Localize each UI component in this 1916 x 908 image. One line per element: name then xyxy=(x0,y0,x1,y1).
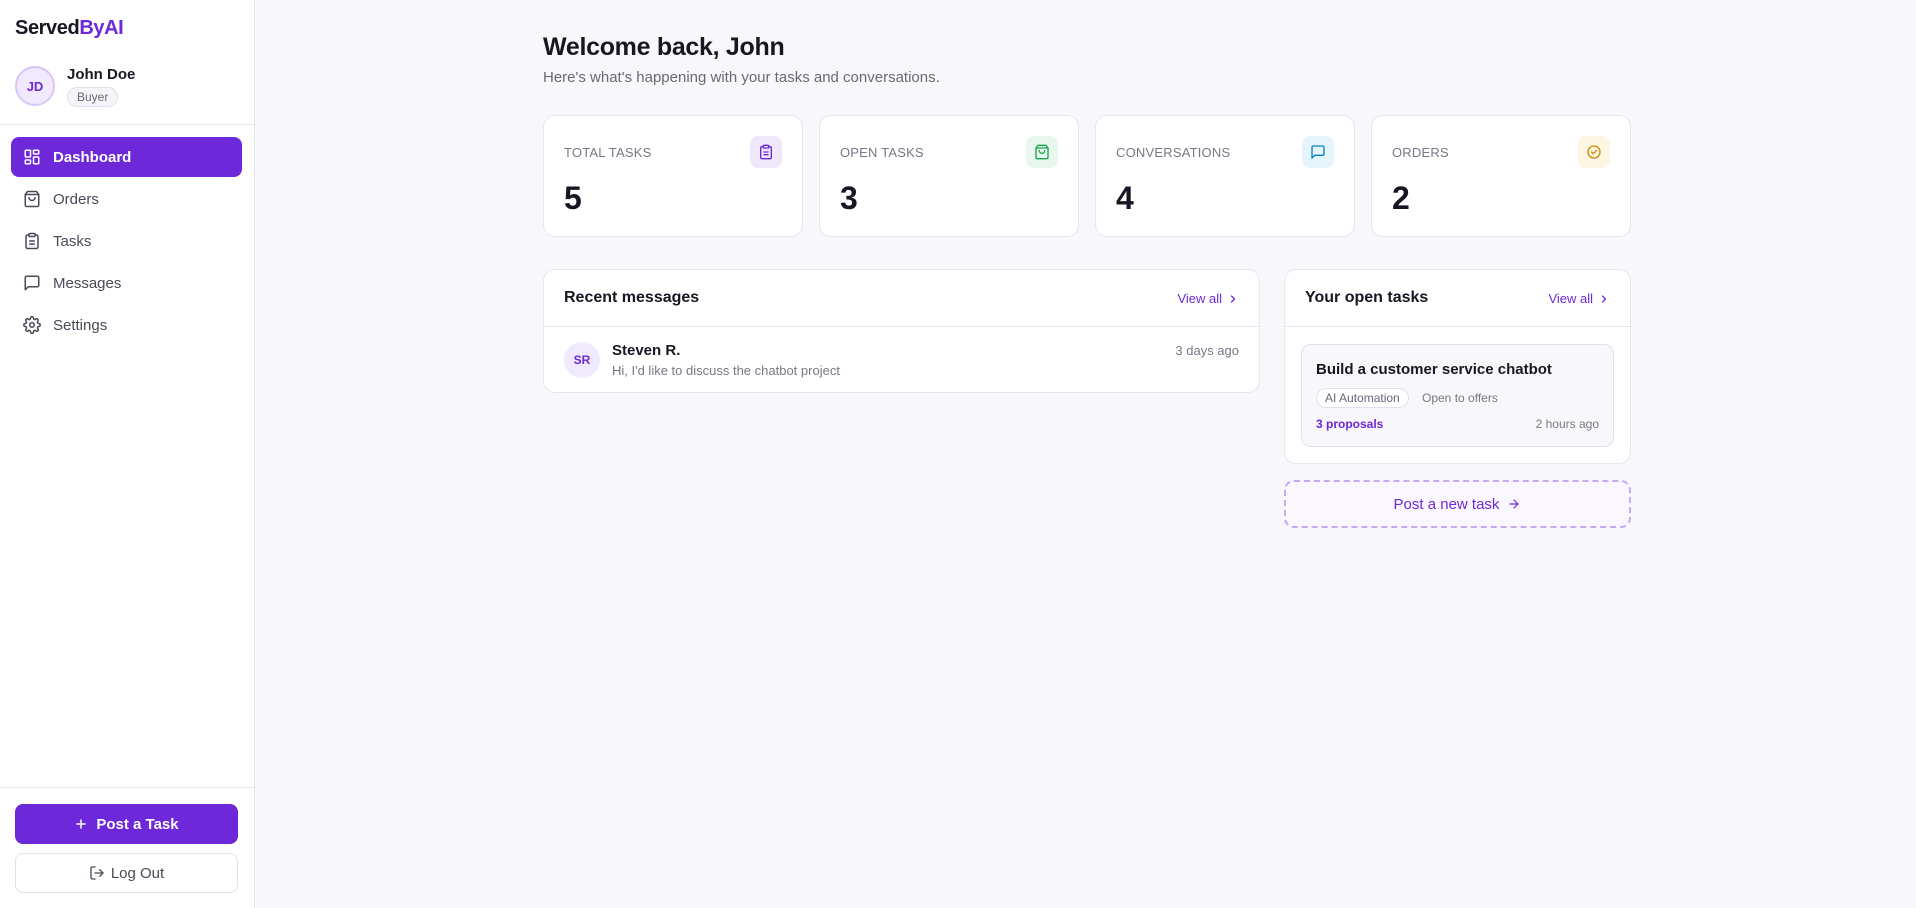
post-task-button[interactable]: Post a Task xyxy=(15,804,238,844)
sidebar-item-settings[interactable]: Settings xyxy=(11,305,242,345)
page-subtitle: Here's what's happening with your tasks … xyxy=(543,69,940,86)
stat-card-orders: ORDERS 2 xyxy=(1371,115,1631,237)
sidebar-item-dashboard[interactable]: Dashboard xyxy=(11,137,242,177)
task-proposals: 3 proposals xyxy=(1316,417,1384,431)
logout-icon xyxy=(90,866,104,880)
message-icon xyxy=(24,275,40,291)
view-all-messages-link[interactable]: View all xyxy=(1177,291,1239,306)
sidebar-item-label: Messages xyxy=(53,274,122,292)
shopping-bag-icon xyxy=(24,190,40,208)
user-name: John Doe xyxy=(67,66,136,83)
shopping-bag-icon xyxy=(1026,136,1058,168)
message-sender: Steven R. xyxy=(612,342,681,359)
sidebar-item-label: Tasks xyxy=(53,232,92,250)
check-circle-icon xyxy=(1578,136,1610,168)
message-time: 3 days ago xyxy=(1175,343,1239,358)
stat-label: CONVERSATIONS xyxy=(1116,145,1231,160)
brand-name-part1: Served xyxy=(15,17,80,39)
stat-value: 4 xyxy=(1116,180,1134,216)
view-all-label: View all xyxy=(1548,291,1593,306)
avatar: JD xyxy=(15,66,55,106)
sidebar-item-label: Orders xyxy=(53,190,99,208)
sidebar-nav: Dashboard Orders Tasks Messages Settings xyxy=(11,137,242,347)
stat-card-open-tasks: OPEN TASKS 3 xyxy=(819,115,1079,237)
clipboard-icon xyxy=(25,232,39,250)
panel-title: Your open tasks xyxy=(1305,289,1429,306)
task-time: 2 hours ago xyxy=(1535,417,1599,431)
panel-header: Your open tasks View all xyxy=(1285,270,1630,327)
message-preview: Hi, I'd like to discuss the chatbot proj… xyxy=(612,363,840,378)
avatar: SR xyxy=(564,342,600,378)
task-category-tag: AI Automation xyxy=(1316,388,1409,408)
stat-label: ORDERS xyxy=(1392,145,1449,160)
brand-name-part2: ByAI xyxy=(79,17,124,39)
panel-title: Recent messages xyxy=(564,289,700,306)
clipboard-icon xyxy=(750,136,782,168)
sidebar: ServedByAI JD John Doe Buyer Dashboard O… xyxy=(0,0,255,908)
chevron-right-icon xyxy=(1230,294,1236,303)
stat-value: 2 xyxy=(1392,180,1410,216)
sidebar-footer-divider xyxy=(0,787,255,788)
brand-logo[interactable]: ServedByAI xyxy=(15,17,124,40)
post-task-label: Post a Task xyxy=(96,815,179,833)
panel-header: Recent messages View all xyxy=(544,270,1259,327)
stat-value: 5 xyxy=(564,180,582,216)
sidebar-item-tasks[interactable]: Tasks xyxy=(11,221,242,261)
post-new-task-label: Post a new task xyxy=(1393,495,1500,513)
recent-messages-panel: Recent messages View all SR Steven R. Hi… xyxy=(543,269,1260,393)
role-badge: Buyer xyxy=(67,87,119,107)
message-icon xyxy=(1302,136,1334,168)
open-tasks-panel: Your open tasks View all Build a custome… xyxy=(1284,269,1631,464)
sidebar-divider xyxy=(0,124,255,125)
sidebar-item-label: Dashboard xyxy=(53,148,132,166)
stat-card-total-tasks: TOTAL TASKS 5 xyxy=(543,115,803,237)
sidebar-item-orders[interactable]: Orders xyxy=(11,179,242,219)
task-status: Open to offers xyxy=(1422,391,1498,405)
logout-button[interactable]: Log Out xyxy=(15,853,238,893)
stat-value: 3 xyxy=(840,180,858,216)
task-card[interactable]: Build a customer service chatbot AI Auto… xyxy=(1301,344,1614,447)
chevron-right-icon xyxy=(1601,294,1607,303)
sidebar-item-messages[interactable]: Messages xyxy=(11,263,242,303)
task-title: Build a customer service chatbot xyxy=(1316,361,1552,378)
logout-label: Log Out xyxy=(110,864,165,882)
plus-icon xyxy=(76,819,87,829)
stat-label: TOTAL TASKS xyxy=(564,145,652,160)
post-new-task-button[interactable]: Post a new task xyxy=(1284,480,1631,528)
dashboard-grid-icon xyxy=(24,149,40,165)
message-row[interactable]: SR Steven R. Hi, I'd like to discuss the… xyxy=(544,327,1259,392)
sidebar-item-label: Settings xyxy=(53,316,108,334)
arrow-right-icon xyxy=(1509,499,1520,509)
page-title: Welcome back, John xyxy=(543,33,785,61)
stat-card-conversations: CONVERSATIONS 4 xyxy=(1095,115,1355,237)
user-profile: JD John Doe Buyer xyxy=(15,66,245,108)
view-all-tasks-link[interactable]: View all xyxy=(1548,291,1610,306)
view-all-label: View all xyxy=(1177,291,1222,306)
stat-label: OPEN TASKS xyxy=(840,145,924,160)
gear-icon xyxy=(23,316,41,334)
